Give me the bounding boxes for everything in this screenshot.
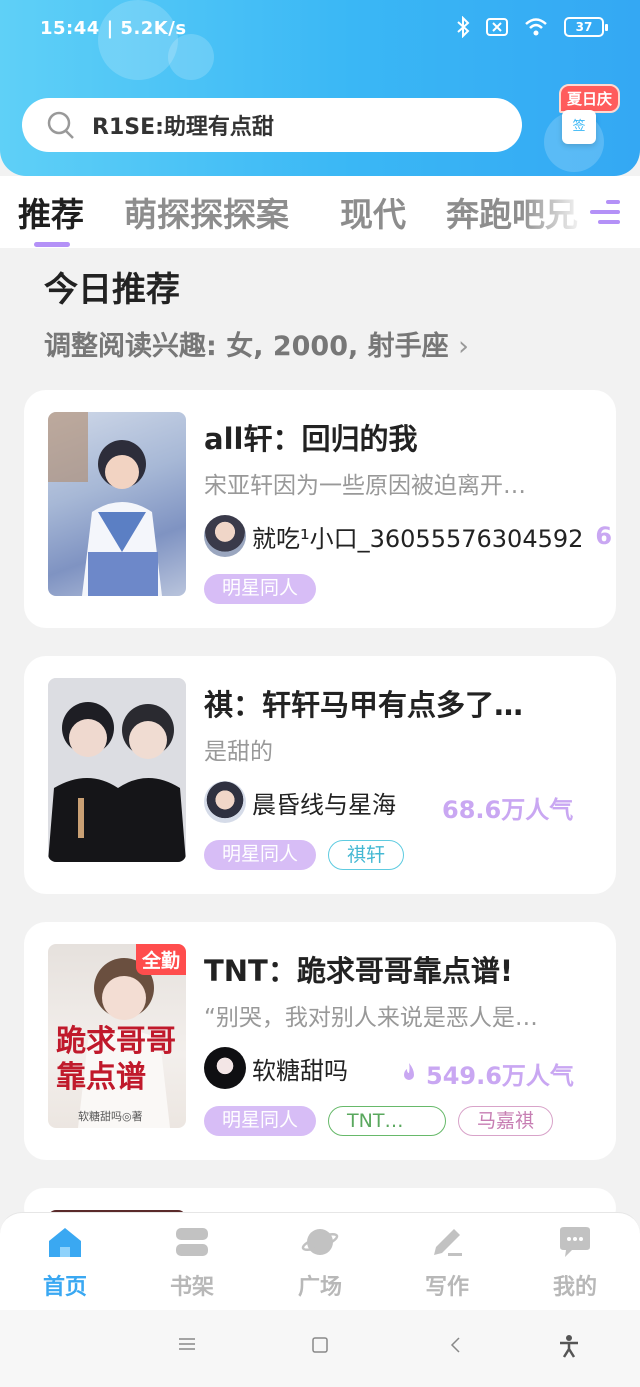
book-cover: 全勤 跪求哥哥靠点谱 软糖甜吗◎著: [48, 944, 186, 1128]
author-avatar: [204, 1047, 246, 1089]
tag[interactable]: 明星同人: [204, 840, 317, 870]
tag[interactable]: 明星同人: [204, 574, 317, 604]
popularity-count: 549.6万人气: [426, 1062, 574, 1090]
accessibility-icon[interactable]: [558, 1334, 580, 1358]
full-attendance-badge: 全勤: [135, 944, 186, 975]
tab-menu-icon[interactable]: [590, 200, 620, 228]
sign-in-button[interactable]: 夏日庆 签: [540, 80, 620, 160]
book-description: “别哭，我对别人来说是恶人是…: [204, 1005, 538, 1031]
cover-author: 软糖甜吗◎著: [78, 1110, 143, 1123]
back-icon[interactable]: [449, 1336, 461, 1354]
cover-title: 跪求哥哥靠点谱: [56, 1024, 176, 1095]
nav-label: 首页: [42, 1275, 87, 1300]
book-description: 是甜的: [204, 739, 273, 765]
cover-art: [48, 412, 162, 596]
popularity-count: 68.6万人气: [442, 796, 574, 824]
system-navigation-bar: [0, 1310, 640, 1387]
bottom-navigation: 首页 书架 广场 写作 我的: [0, 1212, 640, 1310]
chevron-right-icon: ›: [458, 331, 469, 362]
home-square-icon[interactable]: [311, 1336, 329, 1354]
author-avatar: [204, 781, 246, 823]
pen-icon: [434, 1229, 462, 1256]
book-card[interactable]: 祺：轩轩马甲有点多了… 是甜的 晨昏线与星海 68.6万人气 明星同人 祺轩: [24, 656, 616, 894]
decor-bubble: [168, 34, 214, 80]
status-bar: 15:44 | 5.2K/s: [40, 18, 187, 39]
tag-list: 明星同人: [204, 574, 317, 604]
category-tabs: 推荐 萌探探探案 现代 奔跑吧兄: [0, 176, 640, 248]
wifi-icon: [525, 18, 547, 36]
author-avatar: [204, 515, 246, 557]
nav-home[interactable]: 首页: [20, 1225, 110, 1301]
active-tab-indicator: [34, 242, 70, 247]
tag[interactable]: 祺轩: [328, 840, 405, 870]
battery-icon: 37: [564, 17, 608, 37]
search-icon: [47, 111, 74, 139]
book-description: 宋亚轩因为一些原因被迫离开…: [204, 473, 526, 499]
gift-icon: 签: [562, 110, 596, 144]
nav-write[interactable]: 写作: [402, 1225, 492, 1301]
section-title: 今日推荐: [44, 270, 180, 310]
fire-icon: [404, 1063, 414, 1080]
planet-icon: [301, 1229, 339, 1255]
header: 15:44 | 5.2K/s 37 R1SE:助理有点甜 夏日庆 签: [0, 0, 640, 176]
tag[interactable]: 马嘉祺: [458, 1106, 554, 1136]
author-row: 就吃¹小口_36055576304592 6: [204, 514, 616, 558]
nav-bookshelf[interactable]: 书架: [147, 1225, 237, 1301]
author-name: 就吃¹小口_36055576304592: [252, 524, 584, 553]
popularity-count: 6: [595, 522, 613, 550]
tag[interactable]: 明星同人: [204, 1106, 317, 1136]
net-speed: 5.2K/s: [120, 18, 187, 39]
book-card[interactable]: all轩：回归的我 宋亚轩因为一些原因被迫离开… 就吃¹小口_360555763…: [24, 390, 616, 628]
home-icon: [49, 1228, 81, 1257]
tab-modern[interactable]: 现代: [340, 188, 406, 236]
nav-label: 广场: [297, 1275, 342, 1300]
book-cover: [48, 412, 186, 596]
nav-plaza[interactable]: 广场: [275, 1225, 365, 1301]
decor-bubble: [98, 0, 178, 80]
search-text: R1SE:助理有点甜: [92, 115, 274, 140]
status-time: 15:44: [40, 18, 100, 39]
summer-event-badge: 夏日庆: [558, 84, 620, 113]
status-icons: 37: [456, 16, 608, 38]
tab-fade: [520, 176, 640, 248]
author-name: 晨昏线与星海: [252, 790, 396, 819]
tag-list: 明星同人 TNT… 马嘉祺: [204, 1106, 554, 1136]
chat-bubble-icon: [560, 1227, 590, 1257]
tag-list: 明星同人 祺轩: [204, 840, 405, 870]
bookshelf-icon: [176, 1228, 208, 1256]
nav-me[interactable]: 我的: [530, 1225, 620, 1301]
bluetooth-icon: [457, 16, 470, 38]
nav-label: 我的: [552, 1275, 597, 1300]
tag[interactable]: TNT…: [328, 1106, 447, 1136]
nav-label: 书架: [169, 1275, 214, 1300]
book-title: TNT：跪求哥哥靠点谱!: [204, 954, 514, 988]
book-cover: [48, 678, 186, 862]
search-bar[interactable]: R1SE:助理有点甜: [22, 98, 522, 152]
menu-icon[interactable]: [178, 1336, 196, 1352]
nav-label: 写作: [424, 1275, 469, 1300]
author-name: 软糖甜吗: [252, 1056, 348, 1085]
book-title: 祺：轩轩马甲有点多了…: [204, 688, 524, 722]
cover-art: [48, 678, 186, 862]
reading-interest-text: 调整阅读兴趣: 女, 2000, 射手座: [44, 331, 449, 362]
tab-recommend[interactable]: 推荐: [18, 188, 84, 236]
book-title: all轩：回归的我: [204, 422, 418, 456]
book-card[interactable]: 全勤 跪求哥哥靠点谱 软糖甜吗◎著 TNT：跪求哥哥靠点谱! “别哭，我对别人来…: [24, 922, 616, 1160]
tab-mengtan[interactable]: 萌探探探案: [124, 188, 289, 236]
sim-icon: [486, 18, 508, 36]
reading-interest-link[interactable]: 调整阅读兴趣: 女, 2000, 射手座 ›: [44, 324, 469, 363]
